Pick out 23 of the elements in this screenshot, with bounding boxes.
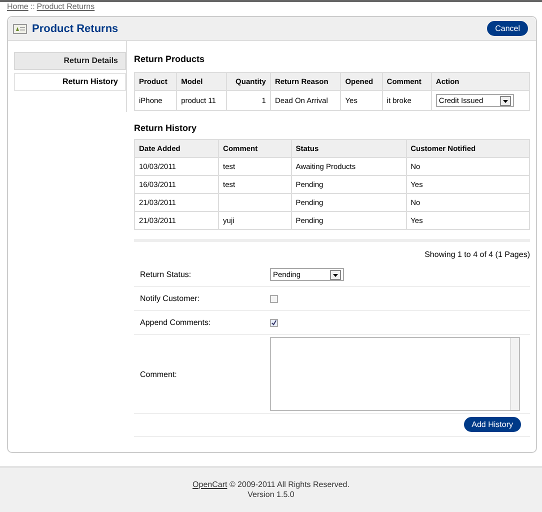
copyright-text: © 2009-2011 All Rights Reserved. (229, 480, 350, 489)
checkbox[interactable] (270, 294, 278, 302)
breadcrumb-separator: :: (30, 2, 35, 11)
section-title: Return History (134, 123, 198, 133)
breadcrumb-link[interactable]: Home (7, 2, 28, 11)
comment-textarea[interactable] (270, 337, 520, 411)
version-text: Version 1.5.0 (248, 490, 294, 499)
scrollbar[interactable] (510, 338, 519, 410)
field-label: Notify Customer: (139, 294, 201, 303)
field-label: Comment: (139, 370, 178, 378)
document-icon (13, 24, 27, 34)
checkbox[interactable] (270, 318, 278, 326)
sidebar-tab[interactable]: Return History (14, 73, 126, 91)
add-history-button[interactable]: Add History (464, 417, 521, 432)
section-title: Return Products (134, 54, 206, 64)
field-label: Append Comments: (139, 318, 212, 327)
breadcrumb-link[interactable]: Product Returns (36, 2, 95, 11)
footer-link[interactable]: OpenCart (192, 480, 228, 489)
page-title: Product Returns (32, 22, 120, 34)
pagination-info: Showing 1 to 4 of 4 (1 Pages) (424, 250, 530, 259)
cancel-button[interactable]: Cancel (487, 21, 528, 36)
field-label: Return Status: (139, 270, 192, 279)
sidebar-tab[interactable]: Return Details (14, 52, 126, 70)
